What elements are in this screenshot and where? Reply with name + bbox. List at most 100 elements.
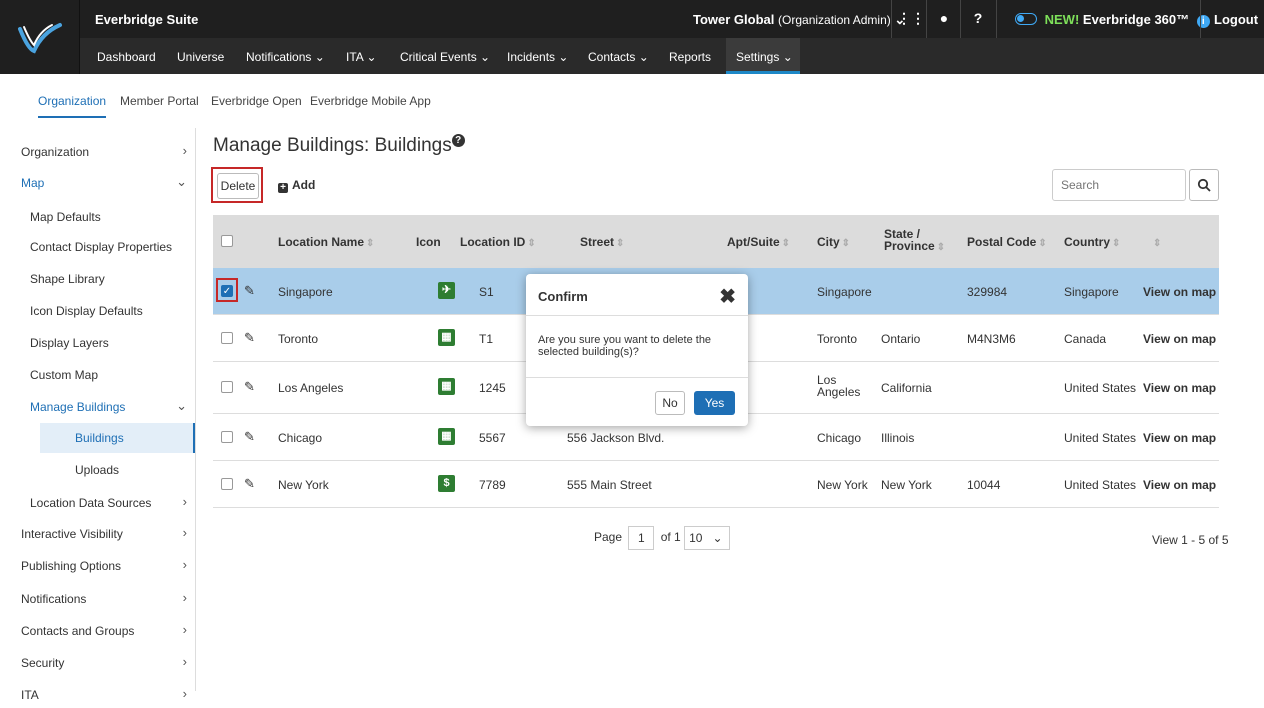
view-on-map-link[interactable]: View on map	[1143, 478, 1216, 492]
row-checkbox[interactable]	[221, 381, 233, 393]
cell-location-name: Chicago	[278, 431, 323, 445]
col-apt-suite[interactable]: Apt/Suite ⇕	[727, 235, 790, 249]
table-row[interactable]: ✎ New York $ 7789 555 Main Street New Yo…	[213, 461, 1219, 508]
view-on-map-link[interactable]: View on map	[1143, 285, 1216, 299]
view-on-map-link[interactable]: View on map	[1143, 381, 1216, 395]
cell-postal-code: M4N3M6	[967, 332, 1016, 346]
sidebar-item-map-defaults[interactable]: Map Defaults	[0, 202, 195, 230]
cell-state: New York	[881, 478, 932, 492]
tab-everbridge-mobile-app[interactable]: Everbridge Mobile App	[310, 94, 431, 108]
tab-organization[interactable]: Organization	[38, 94, 107, 118]
no-button[interactable]: No	[655, 391, 685, 415]
col-country[interactable]: Country ⇕	[1064, 235, 1120, 249]
org-role: (Organization Admin)	[778, 13, 891, 27]
sidebar-item-buildings[interactable]: Buildings	[40, 423, 195, 453]
nav-notifications[interactable]: Notifications ⌄	[246, 50, 325, 64]
sidebar-item-contacts-and-groups[interactable]: Contacts and Groups ›	[0, 616, 195, 644]
nav-reports[interactable]: Reports	[669, 50, 711, 64]
chevron-right-icon: ›	[182, 654, 187, 669]
nav-contacts[interactable]: Contacts ⌄	[588, 50, 649, 64]
toggle-switch[interactable]	[1015, 13, 1037, 25]
chevron-right-icon: ›	[182, 590, 187, 605]
sidebar-item-interactive-visibility[interactable]: Interactive Visibility ›	[0, 519, 195, 547]
sidebar-item-shape-library[interactable]: Shape Library	[0, 264, 195, 292]
nav-critical-events[interactable]: Critical Events ⌄	[400, 50, 490, 64]
row-checkbox[interactable]: ✓	[221, 285, 233, 297]
sidebar-item-label: Publishing Options	[21, 559, 122, 573]
sidebar-item-label: Custom Map	[30, 368, 99, 382]
sidebar-item-publishing-options[interactable]: Publishing Options ›	[0, 551, 195, 579]
sidebar-item-label: Location Data Sources	[30, 496, 152, 510]
cell-location-id: 7789	[479, 478, 506, 492]
sidebar-item-organization[interactable]: Organization ›	[0, 137, 195, 165]
col-city[interactable]: City ⇕	[817, 235, 850, 249]
sidebar-item-location-data-sources[interactable]: Location Data Sources ›	[0, 488, 195, 516]
cell-country: United States	[1064, 431, 1137, 445]
chevron-right-icon: ›	[182, 686, 187, 701]
sidebar-item-manage-buildings[interactable]: Manage Buildings ⌄	[0, 392, 195, 420]
table-header: Location Name ⇕ Icon Location ID ⇕ Street ⇕…	[213, 215, 1219, 268]
org-switcher[interactable]: Tower Global (Organization Admin) ⌄	[693, 12, 905, 28]
sidebar-item-icon-display-defaults[interactable]: Icon Display Defaults	[0, 296, 195, 324]
tab-everbridge-open[interactable]: Everbridge Open	[211, 94, 302, 108]
nav-ita[interactable]: ITA ⌄	[346, 50, 377, 64]
help-icon[interactable]: ?	[451, 134, 465, 147]
nav-dashboard[interactable]: Dashboard	[97, 50, 156, 64]
sidebar-item-notifications[interactable]: Notifications ›	[0, 584, 195, 612]
nav-settings[interactable]: Settings ⌄	[726, 38, 800, 74]
edit-pencil-icon[interactable]: ✎	[244, 330, 255, 346]
page-number-input[interactable]: 1	[628, 526, 655, 550]
sidebar-item-label: Buildings	[75, 431, 124, 445]
sidebar-item-contact-display-properties[interactable]: Contact Display Properties	[0, 232, 195, 260]
sidebar-item-label: Uploads	[75, 463, 120, 477]
row-checkbox[interactable]	[221, 478, 233, 490]
add-button[interactable]: + Add	[278, 178, 315, 193]
sidebar-item-custom-map[interactable]: Custom Map	[0, 360, 195, 388]
cell-location-id: S1	[479, 285, 494, 299]
building-icon: ▦	[438, 329, 455, 346]
everbridge-360-toggle[interactable]: NEW! Everbridge 360™ i	[1015, 12, 1210, 28]
sidebar-item-map[interactable]: Map ⌄	[0, 168, 195, 196]
edit-pencil-icon[interactable]: ✎	[244, 429, 255, 445]
sidebar-item-label: Display Layers	[30, 336, 109, 350]
page-size-select[interactable]: 10 ⌄	[684, 526, 731, 550]
delete-button[interactable]: Delete	[217, 173, 259, 199]
nav-incidents[interactable]: Incidents ⌄	[507, 50, 568, 64]
view-on-map-link[interactable]: View on map	[1143, 332, 1216, 346]
logo-mark-icon	[17, 23, 62, 54]
edit-pencil-icon[interactable]: ✎	[244, 283, 255, 299]
nav-universe[interactable]: Universe	[177, 50, 224, 64]
divider	[891, 0, 892, 38]
divider	[960, 0, 961, 38]
select-all-checkbox[interactable]	[221, 235, 233, 247]
cell-city: Chicago	[817, 431, 862, 445]
row-checkbox[interactable]	[221, 431, 233, 443]
logout-button[interactable]: Logout	[1214, 12, 1258, 27]
edit-pencil-icon[interactable]: ✎	[244, 476, 255, 492]
user-icon[interactable]: ●	[932, 10, 956, 26]
tab-member-portal[interactable]: Member Portal	[120, 94, 199, 108]
sidebar-item-uploads[interactable]: Uploads	[0, 455, 195, 483]
sort-icon: ⇕	[616, 238, 625, 249]
edit-pencil-icon[interactable]: ✎	[244, 379, 255, 395]
col-street[interactable]: Street ⇕	[580, 235, 624, 249]
search-input[interactable]	[1052, 169, 1186, 201]
sidebar-item-ita[interactable]: ITA ›	[0, 680, 195, 708]
apps-grid-icon[interactable]: ⋮⋮	[897, 10, 925, 27]
sidebar-item-display-layers[interactable]: Display Layers	[0, 328, 195, 356]
chevron-down-icon: ⌄	[176, 398, 187, 413]
row-checkbox[interactable]	[221, 332, 233, 344]
everbridge-logo[interactable]	[0, 0, 80, 74]
help-icon[interactable]: ?	[966, 10, 990, 26]
col-location-name[interactable]: Location Name ⇕	[278, 235, 374, 249]
view-on-map-link[interactable]: View on map	[1143, 431, 1216, 445]
col-location-id[interactable]: Location ID ⇕	[460, 235, 536, 249]
sidebar-item-security[interactable]: Security ›	[0, 648, 195, 676]
info-icon[interactable]: i	[1196, 15, 1210, 28]
col-postal-code[interactable]: Postal Code ⇕	[967, 235, 1047, 249]
search-button[interactable]	[1189, 169, 1219, 201]
yes-button[interactable]: Yes	[694, 391, 735, 415]
col-state-province[interactable]: State / Province ⇕	[884, 228, 945, 254]
chevron-right-icon: ›	[182, 525, 187, 540]
close-icon[interactable]: ✖	[719, 284, 736, 309]
